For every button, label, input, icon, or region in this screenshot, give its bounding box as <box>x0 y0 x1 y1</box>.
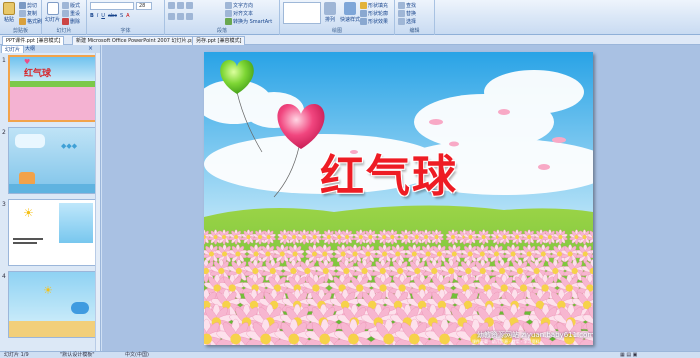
copy-button[interactable]: 复制 <box>19 10 37 17</box>
font-family-field[interactable] <box>90 2 134 10</box>
tab-slides[interactable]: 幻灯片 <box>1 45 25 53</box>
font-style-buttons: B I U abc S A <box>90 13 130 19</box>
shape-fill-button[interactable]: 形状填充 <box>360 2 388 9</box>
shapes-gallery[interactable] <box>283 2 321 24</box>
thumbnail-title: 红气球 <box>24 69 52 79</box>
fill-icon <box>360 2 367 9</box>
ribbon: 粘贴 剪切 复制 格式刷 剪贴板 幻灯片 版式 重设 删除 幻灯片 28 B I… <box>0 0 700 35</box>
new-slide-icon <box>46 2 59 15</box>
align-right-icon[interactable] <box>186 13 193 20</box>
paste-icon <box>3 2 15 15</box>
fish-icon: ◆◆◆ <box>61 142 78 150</box>
text-direction-button[interactable]: 文字方向 <box>225 2 253 9</box>
slide-title[interactable]: 红气球 <box>320 140 458 204</box>
sun-icon: ☀ <box>43 284 53 297</box>
replace-button[interactable]: 替换 <box>398 10 416 17</box>
text-box <box>15 134 45 148</box>
find-button[interactable]: 查找 <box>398 2 416 9</box>
layout-button[interactable]: 版式 <box>62 2 80 9</box>
watermark-subtext: 课件下载 · 幼儿资源 · 教案 · 学习资料 <box>472 339 540 344</box>
smartart-button[interactable]: 转换为 SmartArt <box>225 18 272 25</box>
slides-group: 幻灯片 版式 重设 删除 幻灯片 <box>42 0 87 35</box>
find-icon <box>398 2 405 9</box>
select-button[interactable]: 选择 <box>398 18 416 25</box>
replace-icon <box>398 10 405 17</box>
doc-tab-new-presentation[interactable]: 新建 Microsoft Office PowerPoint 2007 幻灯片.… <box>72 36 201 45</box>
dolphin-picture <box>59 203 93 243</box>
slide-canvas[interactable]: 红气球 幼教资源网站 ziyuan.baby611.com 课件下载 · 幼儿资… <box>204 52 593 345</box>
reset-button[interactable]: 重设 <box>62 10 80 17</box>
brush-icon <box>19 18 26 25</box>
arrange-button[interactable]: 排列 <box>324 2 336 23</box>
underline-button[interactable]: U <box>101 13 105 19</box>
italic-button[interactable]: I <box>97 13 98 19</box>
layout-icon <box>62 2 69 9</box>
panel-scrollbar[interactable] <box>95 53 100 351</box>
theme-name: "默认设计模板" <box>60 352 95 358</box>
doc-tab-ppt-courseware[interactable]: PPT课件.ppt [兼容模式] <box>2 36 65 45</box>
doc-tab-saved[interactable]: 另存.ppt [兼容模式] <box>192 36 246 45</box>
delete-button[interactable]: 删除 <box>62 18 80 25</box>
close-panel-icon[interactable]: × <box>88 45 93 52</box>
select-icon <box>398 18 405 25</box>
slide-thumbnail-2[interactable]: ◆◆◆ <box>8 127 98 194</box>
sun-icon: ☀ <box>23 206 34 220</box>
strikethrough-button[interactable]: abc <box>108 13 117 19</box>
font-size-field[interactable]: 28 <box>136 2 152 10</box>
slide-thumbnail-1[interactable]: 红气球 ♥ <box>8 55 98 122</box>
text-direction-icon <box>225 2 232 9</box>
slide-thumbnail-4[interactable]: ☀ <box>8 271 98 338</box>
quick-styles-icon <box>344 2 356 15</box>
font-color-button[interactable]: A <box>126 13 129 19</box>
align-center-icon[interactable] <box>177 13 184 20</box>
shape-effects-button[interactable]: 形状效果 <box>360 18 388 25</box>
align-buttons <box>168 13 193 20</box>
paste-button[interactable]: 粘贴 <box>3 2 15 23</box>
cut-button[interactable]: 剪切 <box>19 2 37 9</box>
panel-tabs: 幻灯片 大纲 × <box>0 45 100 53</box>
slide-thumbnail-3[interactable]: ☀ <box>8 199 98 266</box>
slides-panel: 幻灯片 大纲 × 1 红气球 ♥ 2 ◆◆◆ 3 ☀ 4 ☀ <box>0 45 101 351</box>
indent-icon[interactable] <box>186 2 193 9</box>
tab-outline[interactable]: 大纲 <box>22 45 38 53</box>
shape-outline-button[interactable]: 形状轮廓 <box>360 10 388 17</box>
align-left-icon[interactable] <box>168 13 175 20</box>
document-tab-bar: PPT课件.ppt [兼容模式] 新建 Microsoft Office Pow… <box>0 35 700 45</box>
editing-group: 查找 替换 选择 编辑 <box>395 0 435 35</box>
dolphin-picture <box>71 302 89 314</box>
copy-icon <box>19 10 26 17</box>
reset-icon <box>62 10 69 17</box>
heart-balloon-icon: ♥ <box>24 58 31 66</box>
delete-icon <box>62 18 69 25</box>
bold-button[interactable]: B <box>90 13 94 19</box>
bullets-icon[interactable] <box>168 2 175 9</box>
align-text-button[interactable]: 对齐文本 <box>225 10 253 17</box>
new-slide-button[interactable]: 幻灯片 <box>45 2 60 23</box>
numbering-icon[interactable] <box>177 2 184 9</box>
slide-counter: 幻灯片 1/9 <box>4 352 29 358</box>
outline-icon <box>360 10 367 17</box>
smartart-icon <box>225 18 232 25</box>
list-buttons <box>168 2 193 9</box>
view-buttons[interactable]: ▦ ▤ ▣ <box>620 352 637 358</box>
align-text-icon <box>225 10 232 17</box>
shadow-button[interactable]: S <box>120 13 123 19</box>
arrange-icon <box>324 2 336 15</box>
effects-icon <box>360 18 367 25</box>
clipboard-group: 粘贴 剪切 复制 格式刷 剪贴板 <box>0 0 42 35</box>
slide-editor: 红气球 幼教资源网站 ziyuan.baby611.com 课件下载 · 幼儿资… <box>102 45 700 351</box>
scissors-icon <box>19 2 26 9</box>
quick-styles-button[interactable]: 快速样式 <box>340 2 360 23</box>
status-bar: 幻灯片 1/9 "默认设计模板" 中文(中国) ▦ ▤ ▣ <box>0 351 700 358</box>
font-group: 28 B I U abc S A 字体 <box>87 0 165 35</box>
drawing-group: 排列 快速样式 形状填充 形状轮廓 形状效果 绘图 <box>280 0 395 35</box>
paragraph-group: 文字方向 对齐文本 转换为 SmartArt 段落 <box>165 0 280 35</box>
language-indicator[interactable]: 中文(中国) <box>125 352 149 358</box>
format-painter-button[interactable]: 格式刷 <box>19 18 42 25</box>
